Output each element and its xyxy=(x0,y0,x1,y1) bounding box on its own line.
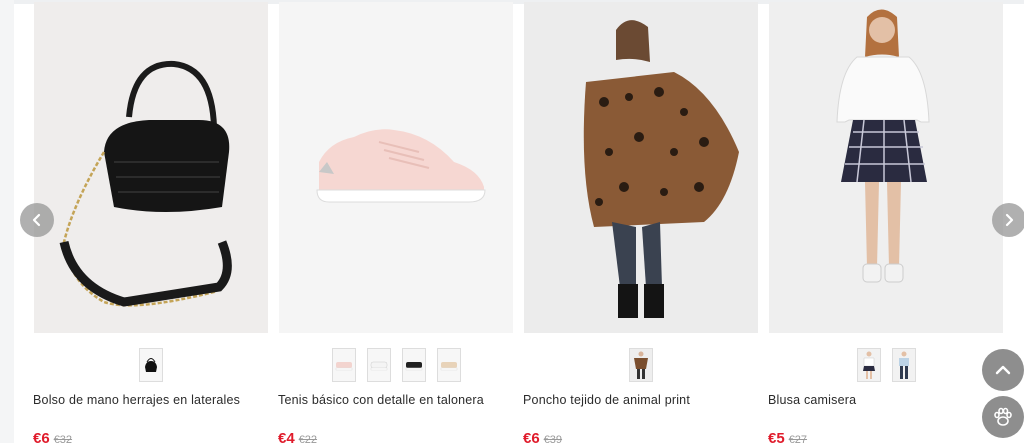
swatch-black-bag[interactable] xyxy=(139,348,163,382)
sale-price: €4 xyxy=(278,430,295,447)
product-title[interactable]: Poncho tejido de animal print xyxy=(523,393,690,407)
product-card-1[interactable]: Bolso de mano herrajes en laterales €6 €3… xyxy=(33,2,268,447)
product-price: €6 €39 xyxy=(523,430,562,448)
original-price: €32 xyxy=(53,434,73,446)
product-title[interactable]: Tenis básico con detalle en talonera xyxy=(278,393,484,407)
product-card-4[interactable]: Blusa camisera €5 €27 xyxy=(768,2,1003,447)
handbag-illustration xyxy=(34,2,268,333)
product-price: €5 €27 xyxy=(768,430,807,448)
swatch-black-sneaker[interactable] xyxy=(401,348,426,382)
product-image[interactable] xyxy=(769,2,1003,333)
pet-section-button[interactable] xyxy=(982,396,1024,438)
chevron-right-icon xyxy=(1005,213,1014,227)
product-price: €6 €32 xyxy=(33,430,72,448)
original-price: €22 xyxy=(298,434,318,446)
swatch-white-blouse[interactable] xyxy=(856,348,881,382)
swatch-pink-sneaker[interactable] xyxy=(331,348,356,382)
carousel-next-button[interactable] xyxy=(992,203,1024,237)
product-image[interactable] xyxy=(34,2,268,333)
chevron-up-icon xyxy=(995,365,1011,375)
product-price: €4 €22 xyxy=(278,430,317,448)
original-price: €39 xyxy=(543,434,563,446)
left-gutter xyxy=(0,0,14,443)
product-card-2[interactable]: Tenis básico con detalle en talonera €4 €… xyxy=(278,2,513,447)
product-card-3[interactable]: Poncho tejido de animal print €6 €39 xyxy=(523,2,758,447)
scroll-to-top-button[interactable] xyxy=(982,349,1024,391)
sale-price: €6 xyxy=(33,430,50,447)
color-swatches xyxy=(279,348,513,382)
product-image[interactable] xyxy=(524,2,758,333)
chevron-left-icon xyxy=(32,213,41,227)
product-title[interactable]: Bolso de mano herrajes en laterales xyxy=(33,393,240,407)
swatch-light-blue-blouse[interactable] xyxy=(891,348,916,382)
swatch-beige-sneaker[interactable] xyxy=(436,348,461,382)
blouse-model-illustration xyxy=(769,2,1003,333)
original-price: €27 xyxy=(788,434,808,446)
paw-icon xyxy=(994,407,1012,426)
sale-price: €5 xyxy=(768,430,785,447)
sale-price: €6 xyxy=(523,430,540,447)
sneaker-illustration xyxy=(279,2,513,333)
color-swatches xyxy=(34,348,268,382)
product-title[interactable]: Blusa camisera xyxy=(768,393,856,407)
swatch-white-sneaker[interactable] xyxy=(366,348,391,382)
product-image[interactable] xyxy=(279,2,513,333)
poncho-model-illustration xyxy=(524,2,758,333)
color-swatches xyxy=(769,348,1003,382)
color-swatches xyxy=(524,348,758,382)
carousel-prev-button[interactable] xyxy=(20,203,54,237)
swatch-leopard-poncho[interactable] xyxy=(629,348,653,382)
